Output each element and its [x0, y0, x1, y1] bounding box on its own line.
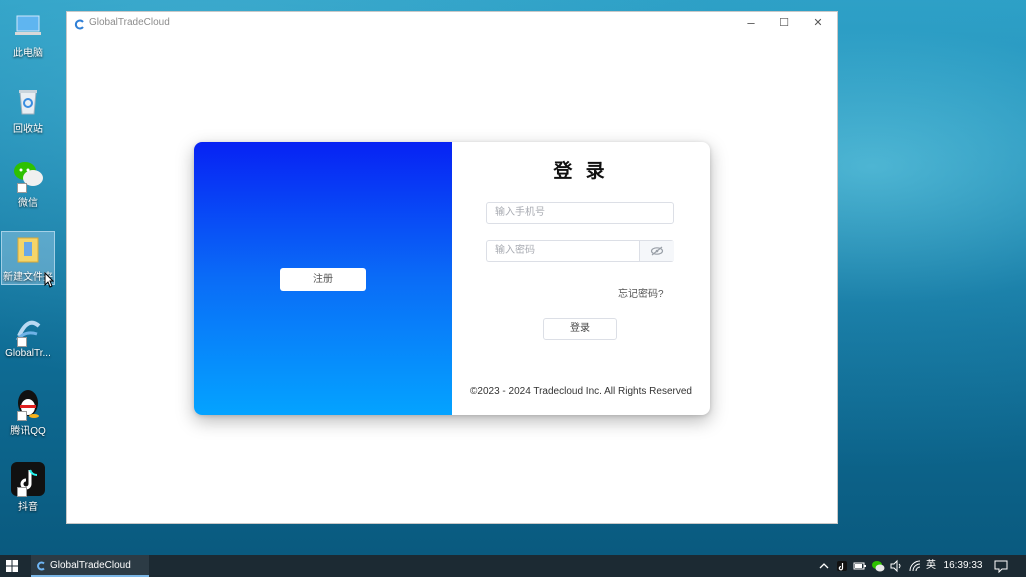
folder-icon — [11, 232, 45, 266]
desktop-icon-label: GlobalTr... — [5, 348, 51, 359]
desktop-icon-label: 微信 — [18, 198, 38, 209]
app-window: GlobalTradeCloud – ☐ ✕ 注册 登 录 输入手机号 输入密码 — [67, 12, 837, 523]
minimize-button[interactable]: – — [734, 14, 768, 32]
taskbar: GlobalTradeCloud 英 16:39:33 — [0, 555, 1026, 577]
login-panel: 登 录 输入手机号 输入密码 忘记密码? 登录 ©2023 - 2024 Tra… — [452, 142, 710, 415]
forgot-password-link[interactable]: 忘记密码? — [618, 285, 664, 300]
globaltrade-app-icon — [74, 17, 85, 30]
tray-wechat-icon[interactable] — [871, 559, 885, 573]
qq-icon — [11, 386, 45, 421]
shortcut-arrow-icon — [17, 487, 27, 497]
phone-placeholder: 输入手机号 — [495, 207, 545, 218]
windows-logo-icon — [6, 560, 18, 572]
register-panel: 注册 — [194, 142, 452, 415]
login-title: 登 录 — [553, 161, 609, 182]
taskbar-app-label: GlobalTradeCloud — [50, 560, 131, 571]
start-button[interactable] — [6, 560, 18, 572]
password-placeholder: 输入密码 — [495, 245, 535, 256]
desktop-icon-douyin[interactable]: 抖音 — [2, 462, 54, 513]
eye-off-icon — [650, 246, 664, 256]
desktop-icon-label: 回收站 — [13, 124, 43, 135]
title-bar[interactable]: GlobalTradeCloud – ☐ ✕ — [67, 12, 837, 34]
desktop: 此电脑 回收站 微信 新建文件夹 GlobalTr... 腾讯QQ 抖音 Glo… — [0, 0, 1026, 555]
maximize-button[interactable]: ☐ — [767, 14, 801, 32]
globaltrade-icon — [11, 312, 45, 347]
desktop-icon-wechat[interactable]: 微信 — [2, 158, 54, 209]
notification-center-icon[interactable] — [994, 559, 1008, 574]
desktop-icon-label: 抖音 — [18, 502, 38, 513]
login-card: 注册 登 录 输入手机号 输入密码 忘记密码? 登录 ©2023 - 2024 … — [194, 142, 710, 415]
tray-douyin-icon[interactable] — [836, 559, 848, 573]
desktop-icon-label: 此电脑 — [13, 48, 43, 59]
tray-ime-indicator[interactable]: 英 — [925, 559, 937, 573]
desktop-icon-computer[interactable]: 此电脑 — [2, 8, 54, 59]
tray-expand-chevron-up-icon[interactable] — [818, 559, 830, 573]
douyin-icon — [11, 462, 45, 497]
desktop-icon-recycle-bin[interactable]: 回收站 — [2, 84, 54, 135]
desktop-icon-label: 腾讯QQ — [10, 426, 46, 437]
wechat-icon — [11, 158, 45, 193]
shortcut-arrow-icon — [17, 183, 27, 193]
password-input[interactable]: 输入密码 — [486, 240, 674, 262]
copyright-text: ©2023 - 2024 Tradecloud Inc. All Rights … — [470, 386, 692, 397]
phone-input[interactable]: 输入手机号 — [486, 202, 674, 224]
desktop-icon-globaltrade[interactable]: GlobalTr... — [2, 312, 54, 359]
tray-network-icon[interactable] — [908, 559, 922, 573]
desktop-icon-qq[interactable]: 腾讯QQ — [2, 386, 54, 437]
toggle-password-visibility-button[interactable] — [639, 241, 674, 261]
recycle-bin-icon — [11, 84, 45, 118]
taskbar-app-globaltradecloud[interactable]: GlobalTradeCloud — [31, 555, 149, 577]
tray-clock[interactable]: 16:39:33 — [943, 559, 983, 573]
tray-volume-icon[interactable] — [889, 559, 903, 573]
globaltrade-app-icon — [36, 561, 46, 571]
shortcut-arrow-icon — [17, 411, 27, 421]
mouse-cursor-icon — [44, 272, 54, 288]
computer-icon — [11, 8, 45, 42]
login-button[interactable]: 登录 — [543, 318, 617, 340]
window-title: GlobalTradeCloud — [89, 17, 170, 28]
close-button[interactable]: ✕ — [801, 14, 835, 32]
tray-battery-icon[interactable] — [853, 559, 867, 573]
register-button[interactable]: 注册 — [280, 268, 366, 291]
shortcut-arrow-icon — [17, 337, 27, 347]
